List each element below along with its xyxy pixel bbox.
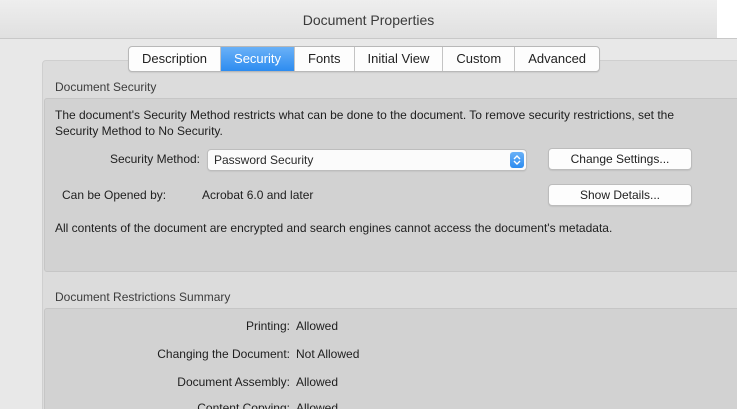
tab-description[interactable]: Description	[129, 47, 222, 71]
security-description: The document's Security Method restricts…	[55, 108, 675, 138]
opened-by-label: Can be Opened by:	[62, 188, 167, 202]
restrictions-heading: Document Restrictions Summary	[55, 290, 231, 304]
show-details-button[interactable]: Show Details...	[548, 184, 692, 206]
select-stepper-icon	[510, 152, 524, 168]
change-settings-button[interactable]: Change Settings...	[548, 148, 692, 170]
tab-fonts[interactable]: Fonts	[295, 47, 355, 71]
restriction-label-printing: Printing:	[245, 319, 290, 333]
opened-by-value: Acrobat 6.0 and later	[202, 188, 314, 202]
security-method-value: Password Security	[214, 153, 314, 167]
restriction-value-printing: Allowed	[296, 319, 339, 333]
document-security-heading: Document Security	[55, 80, 157, 94]
title-bar: Document Properties	[0, 0, 737, 39]
tab-custom[interactable]: Custom	[443, 47, 516, 71]
restriction-label-copying: Content Copying:	[197, 401, 290, 409]
restriction-label-changing: Changing the Document:	[157, 347, 290, 361]
tab-bar: Description Security Fonts Initial View …	[128, 46, 601, 72]
security-method-select[interactable]: Password Security	[207, 149, 527, 171]
tab-advanced[interactable]: Advanced	[515, 47, 599, 71]
tab-initial-view[interactable]: Initial View	[355, 47, 444, 71]
restriction-value-changing: Not Allowed	[296, 347, 360, 361]
window-title: Document Properties	[302, 12, 435, 28]
encryption-note: All contents of the document are encrypt…	[55, 221, 613, 235]
document-properties-window: Document Properties Description Security…	[0, 0, 737, 409]
restriction-value-copying: Allowed	[296, 401, 339, 409]
security-method-label: Security Method:	[109, 152, 200, 166]
restriction-label-assembly: Document Assembly:	[177, 375, 290, 389]
restriction-value-assembly: Allowed	[296, 375, 339, 389]
tab-security[interactable]: Security	[221, 47, 295, 71]
